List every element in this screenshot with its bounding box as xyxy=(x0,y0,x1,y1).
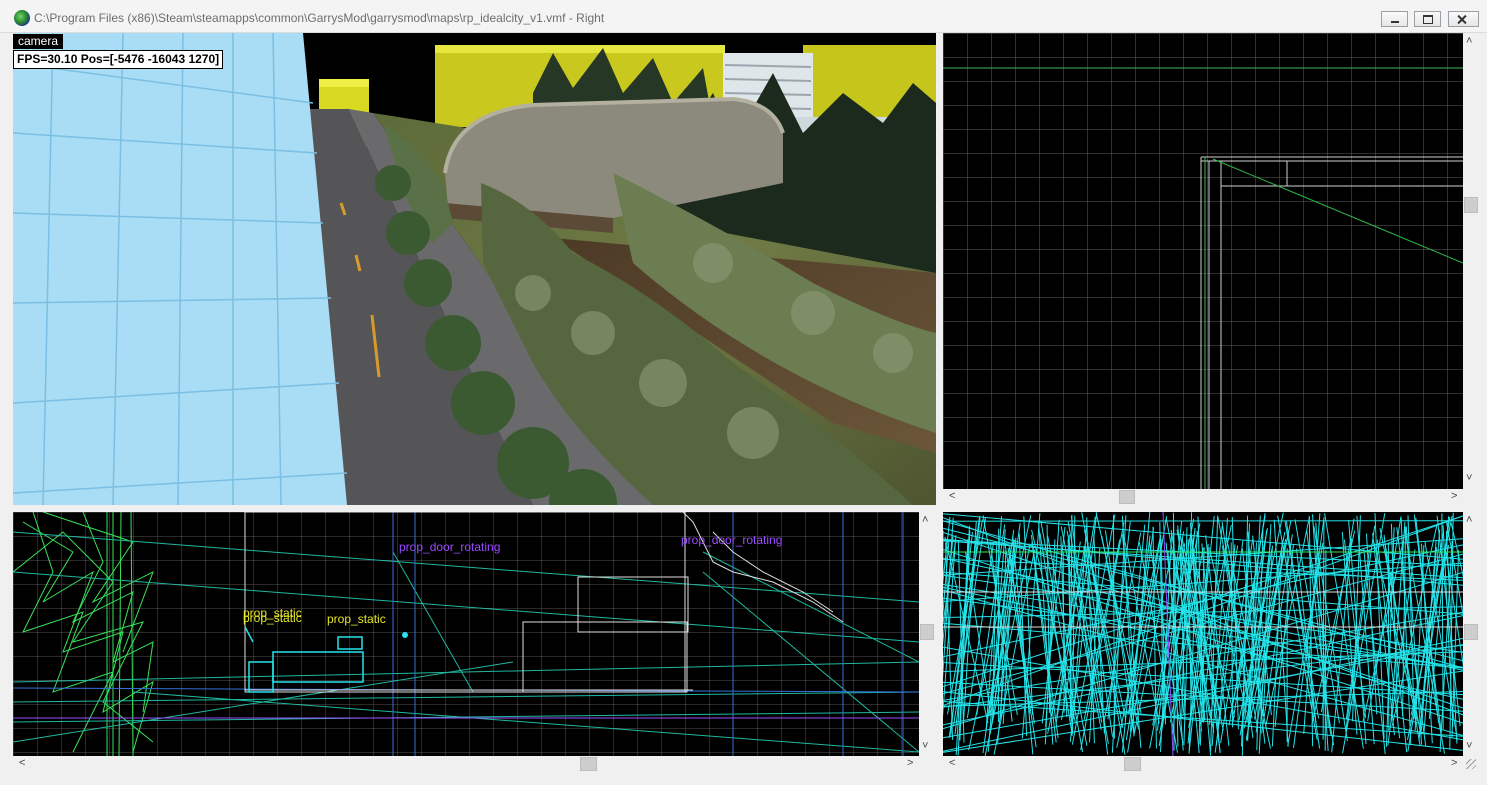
close-button[interactable] xyxy=(1448,11,1479,27)
bottom-left-hscrollbar[interactable]: < > xyxy=(13,756,919,772)
top-right-vscrollbar[interactable]: ˄ ˅ xyxy=(1463,33,1479,489)
top-right-hscrollbar[interactable]: < > xyxy=(943,489,1463,505)
bottom-right-hscrollbar[interactable]: < > xyxy=(943,756,1463,772)
wire-edge xyxy=(943,520,1463,522)
scroll-left-arrow-icon[interactable]: < xyxy=(949,491,955,502)
scroll-left-arrow-icon[interactable]: < xyxy=(19,758,25,769)
scroll-up-arrow-icon[interactable]: ˄ xyxy=(922,515,928,526)
bottom-right-wireframe xyxy=(943,512,1463,756)
scroll-right-arrow-icon[interactable]: > xyxy=(1451,758,1457,769)
maximize-icon xyxy=(1415,12,1440,26)
top-right-2d-viewport[interactable] xyxy=(943,33,1463,489)
bottom-right-2d-viewport[interactable] xyxy=(943,512,1463,756)
scroll-left-arrow-icon[interactable]: < xyxy=(949,758,955,769)
close-icon xyxy=(1449,12,1478,26)
scroll-down-arrow-icon[interactable]: ˅ xyxy=(1466,741,1472,752)
top-right-grid xyxy=(943,33,1463,489)
minimize-button[interactable] xyxy=(1381,11,1408,27)
viewport-label-camera[interactable]: camera xyxy=(13,34,64,49)
fps-position-readout: FPS=30.10 Pos=[-5476 -16043 1270] xyxy=(13,50,224,69)
hammer-window: C:\Program Files (x86)\Steam\steamapps\c… xyxy=(0,0,1487,785)
scroll-down-arrow-icon[interactable]: ˅ xyxy=(922,741,928,752)
bottom-right-vscrollbar[interactable]: ˄ ˅ xyxy=(1463,512,1479,756)
window-title: C:\Program Files (x86)\Steam\steamapps\c… xyxy=(34,11,605,25)
scroll-right-arrow-icon[interactable]: > xyxy=(907,758,913,769)
bottom-left-2d-viewport[interactable]: prop_door_rotating prop_door_rotating pr… xyxy=(13,512,919,756)
scroll-up-arrow-icon[interactable]: ˄ xyxy=(1466,515,1472,526)
maximize-button[interactable] xyxy=(1414,11,1441,27)
entity-label[interactable]: prop_static xyxy=(243,611,302,625)
scroll-thumb[interactable] xyxy=(920,624,934,640)
horizontal-splitter[interactable] xyxy=(0,505,1487,512)
entity-label[interactable]: prop_static xyxy=(327,612,386,626)
scroll-down-arrow-icon[interactable]: ˅ xyxy=(1466,473,1472,484)
bottom-left-vscrollbar[interactable]: ˄ ˅ xyxy=(919,512,935,756)
scroll-thumb[interactable] xyxy=(1464,624,1478,640)
scroll-thumb[interactable] xyxy=(580,757,597,771)
scroll-thumb[interactable] xyxy=(1119,490,1135,504)
resize-grip-icon[interactable] xyxy=(1466,759,1476,769)
title-bar[interactable]: C:\Program Files (x86)\Steam\steamapps\c… xyxy=(0,0,1487,33)
minimize-icon xyxy=(1382,12,1407,26)
entity-label[interactable]: prop_door_rotating xyxy=(681,533,782,547)
entity-label[interactable]: prop_door_rotating xyxy=(399,540,500,554)
scroll-thumb[interactable] xyxy=(1464,197,1478,213)
vertical-splitter[interactable] xyxy=(936,33,943,772)
camera-viewport[interactable] xyxy=(13,33,936,505)
app-globe-icon xyxy=(14,10,30,26)
scroll-up-arrow-icon[interactable]: ˄ xyxy=(1466,36,1472,47)
scroll-thumb[interactable] xyxy=(1124,757,1141,771)
scroll-right-arrow-icon[interactable]: > xyxy=(1451,491,1457,502)
camera-scene xyxy=(13,33,936,505)
wire-edge xyxy=(1324,550,1327,751)
